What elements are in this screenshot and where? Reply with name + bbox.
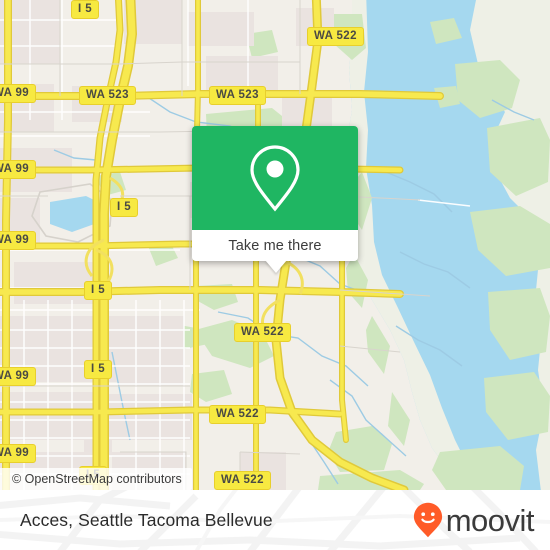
shield-wa522-bottom: WA 522 [214,471,271,490]
moovit-map-screenshot: I 5 WA 99 WA 523 WA 523 WA 522 WA 99 I 5 WA 99 I… [0,0,550,550]
attribution-text: © OpenStreetMap contributors [12,472,182,486]
shield-wa523-right: WA 523 [209,86,266,105]
shield-wa522-top: WA 522 [307,27,364,46]
moovit-pin-smiley-icon [413,502,442,538]
moovit-wordmark: moovit [445,502,535,538]
map-pin-icon [250,145,300,212]
shield-i5-top: I 5 [71,0,99,19]
shield-i5-3: I 5 [84,281,112,300]
take-me-there-popup[interactable]: Take me there [192,126,358,273]
location-title-text: Acces, Seattle Tacoma Bellevue [20,509,273,530]
take-me-there-label: Take me there [228,237,322,254]
shield-wa99-3: WA 99 [0,231,37,250]
shield-wa99-5: WA 99 [0,444,37,463]
shield-i5-2: I 5 [110,198,138,217]
bottom-info-bar: Acces, Seattle Tacoma Bellevue moovit [0,490,550,550]
shield-wa522-low: WA 522 [209,405,266,424]
popup-header [192,126,358,230]
shield-wa99-2: WA 99 [0,160,37,179]
shield-wa99-1: WA 99 [0,84,37,103]
popup-action-label-wrap[interactable]: Take me there [192,230,358,261]
location-title: Acces, Seattle Tacoma Bellevue [20,490,273,550]
shield-wa523-left: WA 523 [79,86,136,105]
shield-wa522-mid: WA 522 [234,323,291,342]
shield-wa99-4: WA 99 [0,367,37,386]
shield-i5-4: I 5 [84,360,112,379]
osm-attribution: © OpenStreetMap contributors [0,468,192,490]
popup-pointer-tail [265,260,287,273]
map-canvas[interactable]: I 5 WA 99 WA 523 WA 523 WA 522 WA 99 I 5 WA 99 I… [0,0,550,490]
moovit-brand-logo[interactable]: moovit [413,490,535,550]
